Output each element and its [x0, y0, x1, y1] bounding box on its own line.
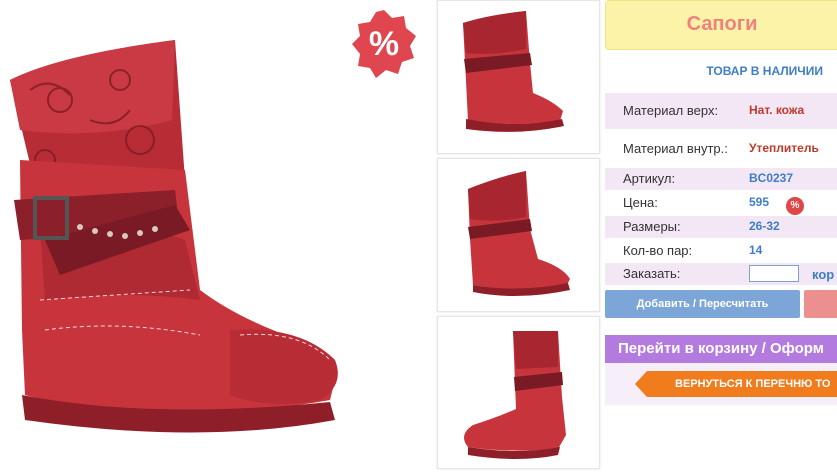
product-title-box: Сапоги: [605, 0, 837, 50]
order-unit: кор: [812, 267, 835, 282]
secondary-action-button[interactable]: [804, 290, 837, 318]
article-value: BC0237: [749, 171, 794, 185]
product-info-panel: Сапоги ТОВАР В НАЛИЧИИ Материал верх: На…: [605, 0, 837, 467]
order-label: Заказать:: [623, 266, 681, 281]
order-quantity-input[interactable]: [749, 265, 799, 282]
price-label: Цена:: [623, 195, 658, 210]
material-inner-label: Материал внутр.:: [623, 141, 728, 156]
pairs-row: Кол-во пар: 14: [605, 240, 837, 262]
add-recalculate-button[interactable]: Добавить / Пересчитать: [605, 290, 800, 318]
material-top-label: Материал верх:: [623, 103, 719, 118]
stock-status: ТОВАР В НАЛИЧИИ: [706, 64, 823, 78]
material-inner-row: Материал внутр.: Утеплитель: [605, 131, 837, 167]
price-sale-icon: %: [786, 197, 804, 215]
material-top-value: Нат. кожа: [749, 103, 805, 117]
sizes-value: 26-32: [749, 219, 780, 233]
thumbnail-2[interactable]: [437, 158, 600, 312]
thumbnail-1-image: [463, 11, 564, 132]
thumbnail-3[interactable]: [437, 316, 600, 469]
sizes-row: Размеры: 26-32: [605, 216, 837, 238]
material-top-row: Материал верх: Нат. кожа: [605, 93, 837, 129]
thumbnail-3-image: [464, 331, 566, 459]
thumbnail-1[interactable]: [437, 0, 600, 154]
thumbnail-2-image: [468, 171, 570, 297]
article-label: Артикул:: [623, 171, 676, 186]
order-row: Заказать:: [605, 263, 837, 285]
pairs-label: Кол-во пар:: [623, 243, 693, 258]
price-value: 595: [749, 195, 770, 209]
sale-badge-text: %: [369, 25, 399, 63]
go-to-cart-button[interactable]: Перейти в корзину / Оформ: [605, 335, 837, 363]
article-row: Артикул: BC0237: [605, 168, 837, 190]
sale-badge-icon: %: [352, 10, 416, 78]
material-inner-value: Утеплитель: [749, 141, 819, 155]
sizes-label: Размеры:: [623, 219, 681, 234]
pairs-value: 14: [749, 243, 763, 257]
thumbnail-list: [437, 0, 600, 469]
back-to-list-button[interactable]: ВЕРНУТЬСЯ К ПЕРЕЧНЮ ТО: [635, 371, 837, 397]
product-title: Сапоги: [686, 13, 758, 35]
back-area: ВЕРНУТЬСЯ К ПЕРЕЧНЮ ТО: [605, 363, 837, 405]
